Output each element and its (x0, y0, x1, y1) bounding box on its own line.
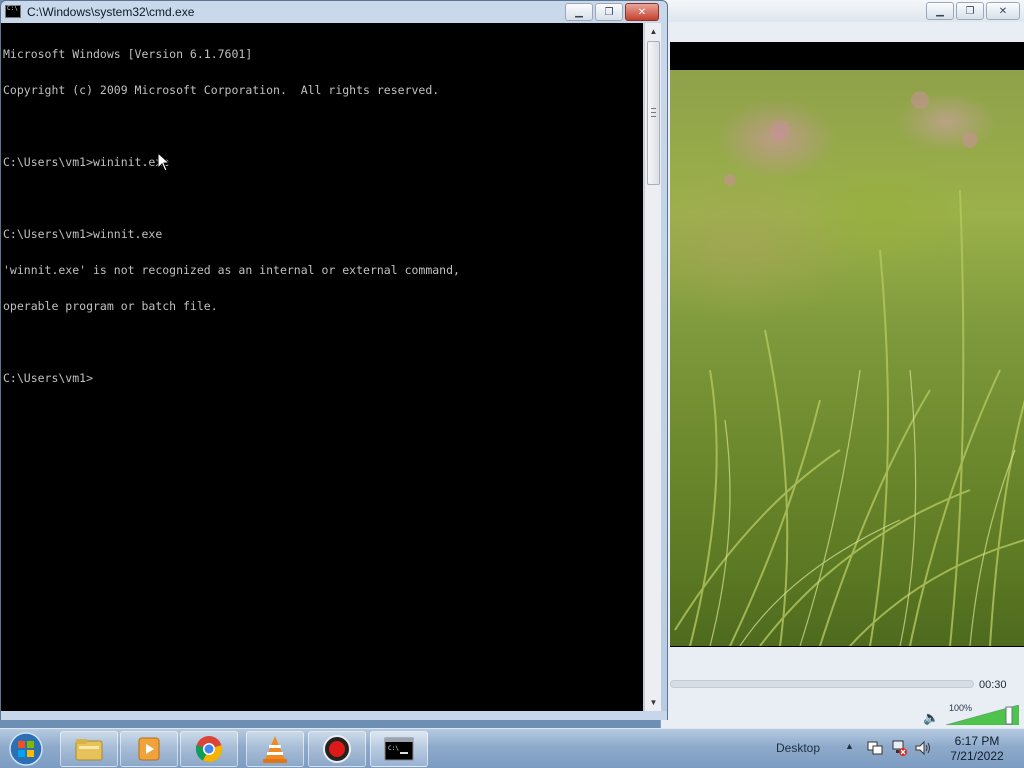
desktop-toolbar-label[interactable]: Desktop (776, 741, 820, 755)
window-title: C:\Windows\system32\cmd.exe (27, 5, 195, 19)
taskbar-cmd-button[interactable]: C:\ (370, 731, 428, 767)
clock-date: 7/21/2022 (950, 749, 1004, 763)
record-icon (323, 735, 351, 763)
video-frame-grass (670, 70, 1024, 646)
taskbar-media-player-button[interactable] (120, 731, 178, 767)
scroll-down-arrow-icon[interactable]: ▼ (645, 694, 662, 711)
windows-orb-icon (9, 732, 43, 766)
console-prompt[interactable]: C:\Users\vm1> (3, 372, 643, 384)
taskbar: C:\ Desktop ▲ 6:17 PM 7/21/2022 (0, 728, 1024, 768)
taskbar-recorder-button[interactable] (308, 731, 366, 767)
cmd-icon[interactable]: C:\ (5, 5, 21, 18)
volume-tray-icon[interactable] (914, 739, 932, 757)
action-center-flag-icon[interactable] (866, 739, 884, 757)
player-restore-button[interactable]: ❐ (956, 2, 984, 20)
taskbar-chrome-button[interactable] (180, 731, 238, 767)
console-line: operable program or batch file. (3, 299, 218, 313)
scroll-up-arrow-icon[interactable]: ▲ (645, 23, 662, 40)
minimize-button[interactable]: ▁ (565, 3, 593, 21)
taskbar-clock[interactable]: 6:17 PM 7/21/2022 (940, 734, 1014, 764)
tray-expand-chevron-icon[interactable]: ▲ (845, 741, 854, 751)
windows-media-player-icon (138, 737, 160, 761)
taskbar-vlc-button[interactable] (246, 731, 304, 767)
close-button[interactable]: ✕ (625, 3, 659, 21)
mouse-pointer-icon (157, 152, 171, 172)
cmd-window: C:\ C:\Windows\system32\cmd.exe ▁ ❐ ✕ Mi… (0, 0, 668, 720)
scroll-thumb[interactable] (647, 41, 660, 185)
console-line: Microsoft Windows [Version 6.1.7601] (3, 47, 253, 61)
seek-bar[interactable] (670, 680, 974, 688)
media-player-titlebar[interactable]: ▁ ❐ ✕ (661, 0, 1024, 22)
network-error-icon[interactable] (890, 739, 908, 757)
console-output[interactable]: Microsoft Windows [Version 6.1.7601] Cop… (1, 23, 643, 711)
clock-time: 6:17 PM (954, 734, 1000, 748)
console-line: 'winnit.exe' is not recognized as an int… (3, 263, 460, 277)
start-button[interactable] (4, 730, 48, 768)
window-bottom-frame (1, 711, 667, 720)
restore-button[interactable]: ❐ (595, 3, 623, 21)
console-line: C:\Users\vm1>wininit.exe (3, 155, 170, 169)
vertical-scrollbar[interactable]: ▲ ▼ (644, 23, 661, 711)
scroll-grip-icon (651, 108, 656, 117)
media-player-window: ▁ ❐ ✕ 00:30 🔈 100% (660, 0, 1024, 728)
console-line: C:\Users\vm1>winnit.exe (3, 227, 163, 241)
system-tray (866, 739, 932, 757)
chrome-icon (195, 736, 223, 763)
video-area[interactable] (670, 42, 1024, 647)
grass-image (674, 91, 1024, 646)
taskbar-explorer-button[interactable] (60, 731, 118, 767)
console-line: Copyright (c) 2009 Microsoft Corporation… (3, 83, 440, 97)
cmd-icon: C:\ (384, 737, 414, 761)
folder-icon (75, 739, 103, 761)
player-close-button[interactable]: ✕ (986, 2, 1020, 20)
player-minimize-button[interactable]: ▁ (926, 2, 954, 20)
elapsed-time: 00:30 (979, 679, 1007, 691)
vlc-cone-icon (263, 736, 287, 763)
svg-text:C:\: C:\ (388, 745, 399, 752)
speaker-icon[interactable]: 🔈 (923, 710, 939, 726)
cmd-titlebar[interactable]: C:\ C:\Windows\system32\cmd.exe ▁ ❐ ✕ (1, 1, 667, 23)
volume-percent-label: 100% (949, 703, 973, 713)
